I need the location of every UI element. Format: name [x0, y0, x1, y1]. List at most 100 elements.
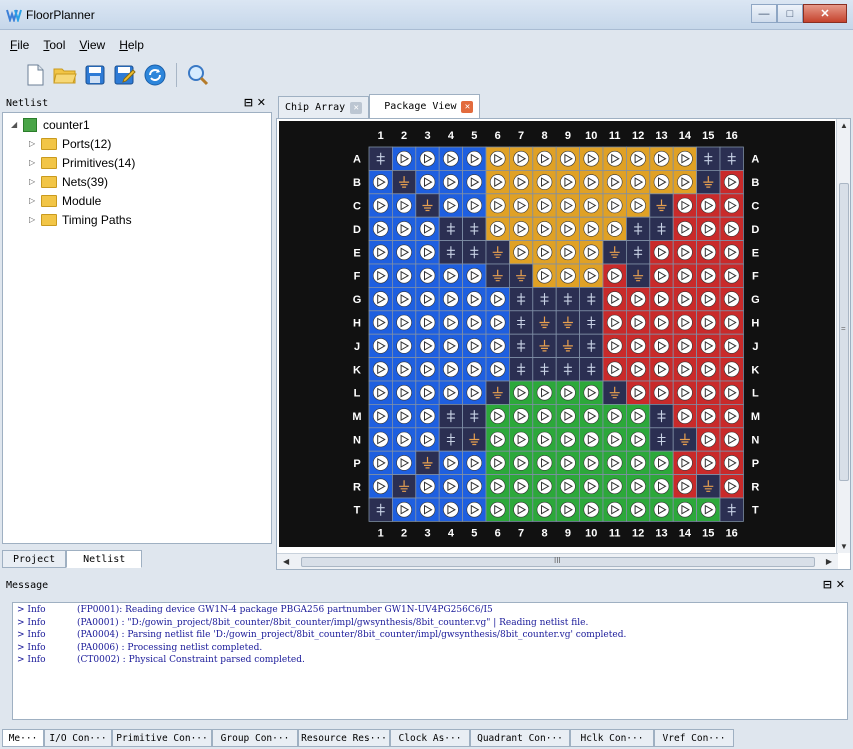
package-pin[interactable] — [532, 497, 557, 522]
minimize-button[interactable]: — — [751, 4, 777, 23]
package-pin[interactable] — [368, 263, 393, 288]
package-pin[interactable] — [625, 286, 651, 312]
package-pin[interactable] — [438, 403, 463, 429]
menu-tool[interactable]: Tool — [37, 36, 71, 56]
package-pin[interactable] — [649, 286, 674, 312]
message-tab[interactable]: Me··· — [2, 729, 44, 747]
package-pin[interactable] — [649, 310, 674, 335]
package-pin[interactable] — [392, 474, 417, 499]
package-pin[interactable] — [579, 497, 604, 522]
package-pin[interactable] — [602, 427, 627, 452]
package-pin[interactable] — [696, 427, 721, 452]
package-pin[interactable] — [672, 497, 698, 522]
package-pin[interactable] — [579, 380, 604, 405]
package-pin[interactable] — [719, 403, 744, 429]
package-pin[interactable] — [719, 263, 744, 288]
package-pin[interactable] — [415, 333, 440, 358]
tab-project[interactable]: Project — [2, 550, 67, 568]
package-pin[interactable] — [438, 286, 463, 312]
message-tab[interactable]: Hclk Con··· — [570, 729, 654, 747]
close-tab-icon[interactable]: ✕ — [461, 100, 474, 113]
message-tab[interactable]: I/O Con··· — [44, 729, 112, 747]
save-as-button[interactable] — [112, 62, 138, 88]
package-pin[interactable] — [555, 357, 581, 382]
package-pin[interactable] — [392, 216, 417, 241]
package-pin[interactable] — [532, 240, 557, 265]
package-pin[interactable] — [462, 263, 487, 288]
package-pin[interactable] — [532, 474, 557, 499]
package-pin[interactable] — [485, 450, 510, 476]
package-pin[interactable] — [602, 193, 627, 218]
package-pin[interactable] — [508, 427, 534, 452]
package-pin[interactable] — [719, 427, 744, 452]
package-pin[interactable] — [719, 357, 744, 382]
package-pin[interactable] — [485, 170, 510, 195]
package-pin[interactable] — [462, 286, 487, 312]
package-pin[interactable] — [415, 403, 440, 429]
package-pin[interactable] — [625, 263, 651, 288]
package-pin[interactable] — [368, 216, 393, 241]
package-pin[interactable] — [485, 474, 510, 499]
package-pin[interactable] — [532, 170, 557, 195]
package-pin[interactable] — [625, 193, 651, 218]
package-pin[interactable] — [672, 146, 698, 171]
package-pin[interactable] — [602, 170, 627, 195]
package-pin[interactable] — [368, 310, 393, 335]
package-pin[interactable] — [392, 357, 417, 382]
message-tab[interactable]: Quadrant Con··· — [470, 729, 570, 747]
package-pin[interactable] — [438, 450, 463, 476]
package-pin[interactable] — [508, 333, 534, 358]
package-pin[interactable] — [462, 310, 487, 335]
refresh-button[interactable] — [142, 62, 168, 88]
package-pin[interactable] — [532, 146, 557, 171]
message-tab[interactable]: Resource Res··· — [298, 729, 390, 747]
message-tab[interactable]: Primitive Con··· — [112, 729, 212, 747]
package-pin[interactable] — [532, 310, 557, 335]
package-pin[interactable] — [579, 170, 604, 195]
package-pin[interactable] — [438, 193, 463, 218]
package-pin[interactable] — [602, 450, 627, 476]
package-pin[interactable] — [555, 310, 581, 335]
package-pin[interactable] — [368, 286, 393, 312]
package-pin[interactable] — [672, 474, 698, 499]
package-pin[interactable] — [438, 497, 463, 522]
package-pin[interactable] — [579, 357, 604, 382]
package-pin[interactable] — [368, 146, 393, 171]
package-pin[interactable] — [462, 427, 487, 452]
package-pin[interactable] — [696, 403, 721, 429]
package-pin[interactable] — [392, 333, 417, 358]
package-pin[interactable] — [415, 263, 440, 288]
package-pin[interactable] — [696, 333, 721, 358]
package-pin[interactable] — [462, 216, 487, 241]
package-pin[interactable] — [696, 170, 721, 195]
package-pin[interactable] — [508, 146, 534, 171]
package-pin[interactable] — [508, 286, 534, 312]
package-pin[interactable] — [625, 474, 651, 499]
package-pin[interactable] — [555, 240, 581, 265]
expanded-arrow-icon[interactable]: ◢ — [11, 120, 23, 129]
message-tab[interactable]: Clock As··· — [390, 729, 470, 747]
package-pin[interactable] — [392, 286, 417, 312]
tree-item[interactable]: ▷ Module — [29, 191, 101, 210]
package-pin[interactable] — [672, 286, 698, 312]
package-pin[interactable] — [672, 310, 698, 335]
package-pin[interactable] — [579, 146, 604, 171]
package-pin[interactable] — [602, 333, 627, 358]
package-pin[interactable] — [462, 146, 487, 171]
package-pin[interactable] — [649, 427, 674, 452]
package-pin[interactable] — [438, 216, 463, 241]
package-pin[interactable] — [368, 380, 393, 405]
package-pin[interactable] — [532, 333, 557, 358]
close-tab-icon[interactable]: ✕ — [350, 101, 363, 114]
package-pin[interactable] — [508, 240, 534, 265]
package-pin[interactable] — [462, 357, 487, 382]
package-pin[interactable] — [719, 240, 744, 265]
package-pin[interactable] — [462, 380, 487, 405]
package-pin[interactable] — [508, 497, 534, 522]
package-pin[interactable] — [438, 380, 463, 405]
package-pin[interactable] — [392, 403, 417, 429]
package-pin[interactable] — [508, 380, 534, 405]
package-pin[interactable] — [392, 193, 417, 218]
package-pin[interactable] — [368, 450, 393, 476]
package-pin[interactable] — [719, 310, 744, 335]
